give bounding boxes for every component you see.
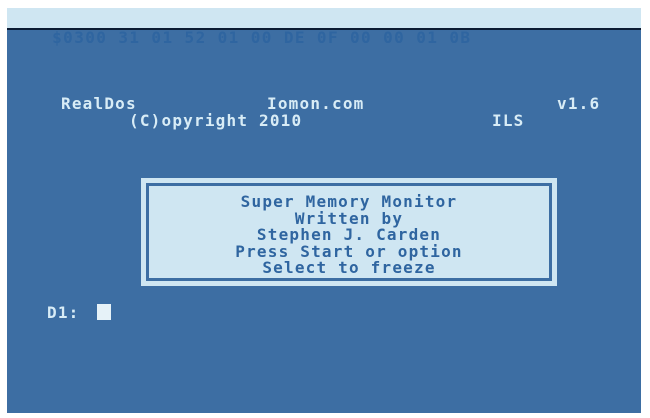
status-bar-divider	[7, 28, 641, 30]
emulator-screen: $0300 31 01 52 01 00 DE 0F 00 00 01 0B R…	[7, 8, 641, 413]
info-dialog: Super Memory Monitor Written by Stephen …	[141, 178, 557, 286]
product-name: RealDos	[61, 94, 137, 113]
version-label: v1.6	[557, 94, 601, 113]
maker-label: ILS	[492, 111, 525, 130]
dialog-line-select-freeze: Select to freeze	[262, 258, 436, 277]
command-prompt: D1:	[47, 303, 80, 322]
memory-status-bar: $0300 31 01 52 01 00 DE 0F 00 00 01 0B	[7, 8, 641, 47]
memory-hex-readout: $0300 31 01 52 01 00 DE 0F 00 00 01 0B	[52, 28, 472, 47]
copyright-notice: (C)opyright 2010	[129, 111, 303, 130]
text-cursor[interactable]	[97, 304, 111, 320]
info-dialog-text: Super Memory Monitor Written by Stephen …	[141, 193, 557, 277]
